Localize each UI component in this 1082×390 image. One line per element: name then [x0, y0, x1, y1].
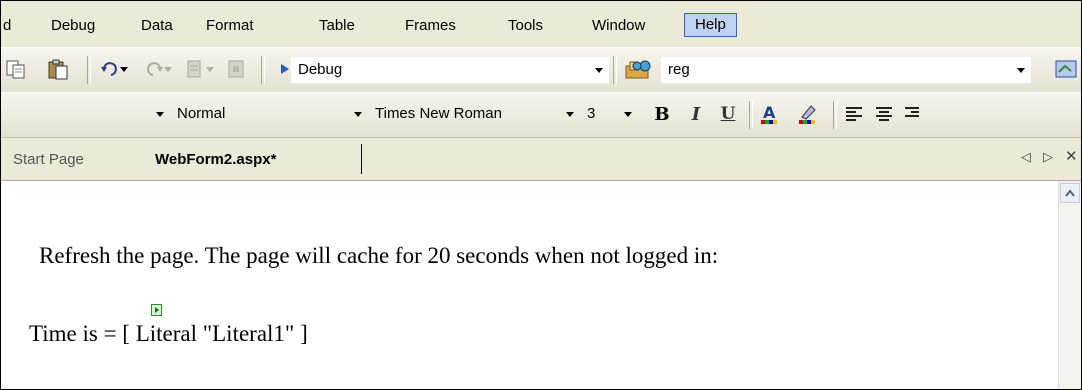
- find-combo[interactable]: reg: [661, 57, 1031, 83]
- chevron-down-icon[interactable]: [1012, 58, 1030, 82]
- menu-item-help[interactable]: Help: [684, 13, 737, 37]
- chevron-down-icon[interactable]: [619, 102, 637, 126]
- scroll-tabs-right-icon[interactable]: ▷: [1043, 149, 1053, 165]
- font-size-combo[interactable]: 3: [581, 102, 637, 128]
- find-value: reg: [668, 61, 690, 78]
- bold-button[interactable]: B: [649, 101, 675, 127]
- find-in-files-icon[interactable]: [623, 56, 655, 82]
- solution-config-combo[interactable]: Debug: [291, 57, 609, 83]
- refresh-message-text: Refresh the page. The page will cache fo…: [39, 243, 719, 268]
- paste-icon[interactable]: [45, 56, 71, 82]
- italic-label: I: [691, 103, 701, 125]
- solution-config-value: Debug: [298, 61, 343, 78]
- align-left-icon[interactable]: [841, 101, 867, 127]
- style-combo[interactable]: Normal: [171, 102, 367, 128]
- scroll-tabs-left-icon[interactable]: ◁: [1021, 149, 1031, 165]
- font-combo[interactable]: Times New Roman: [369, 102, 579, 128]
- chevron-down-icon[interactable]: [349, 102, 367, 126]
- menu-item-tools[interactable]: Tools: [508, 15, 543, 37]
- block-format-spacer: [1, 102, 169, 128]
- menu-bar: d Debug Data Format Table Frames Tools W…: [1, 1, 1081, 47]
- chevron-down-icon[interactable]: [561, 102, 579, 126]
- menu-item-frames[interactable]: Frames: [405, 15, 456, 37]
- align-right-icon[interactable]: [901, 101, 921, 127]
- chevron-down-icon[interactable]: [151, 102, 169, 126]
- tab-webform2[interactable]: WebForm2.aspx*: [155, 147, 276, 173]
- standard-toolbar: Debug reg: [1, 47, 1081, 93]
- literal-control-line[interactable]: Time is = [ Literal "Literal1" ]: [29, 321, 308, 347]
- tab-start-page[interactable]: Start Page: [13, 147, 84, 173]
- server-control-glyph-icon[interactable]: [151, 304, 162, 316]
- formatting-toolbar: Normal Times New Roman 3 B I U A: [1, 92, 1081, 138]
- navigate-back-dropdown-icon: [203, 56, 217, 82]
- bold-label: B: [654, 103, 670, 125]
- copy-icon[interactable]: [3, 56, 29, 82]
- tab-divider: [361, 144, 364, 174]
- solution-explorer-icon[interactable]: [1051, 56, 1081, 82]
- menu-item-debug[interactable]: Debug: [51, 15, 95, 37]
- design-surface[interactable]: Refresh the page. The page will cache fo…: [1, 181, 1081, 389]
- italic-button[interactable]: I: [683, 101, 709, 127]
- close-icon[interactable]: ✕: [1065, 147, 1078, 165]
- menu-item-window[interactable]: Window: [592, 15, 645, 37]
- font-size-value: 3: [587, 105, 596, 122]
- vertical-scrollbar[interactable]: [1058, 181, 1081, 389]
- align-center-icon[interactable]: [871, 101, 897, 127]
- navigate-forward-icon: [223, 56, 249, 82]
- menu-item-table[interactable]: Table: [319, 15, 355, 37]
- menu-item-format[interactable]: Format: [206, 15, 254, 37]
- ide-window: d Debug Data Format Table Frames Tools W…: [0, 0, 1082, 390]
- undo-dropdown-icon[interactable]: [117, 56, 131, 82]
- document-tab-strip: Start Page WebForm2.aspx* ◁ ▷ ✕: [1, 138, 1081, 181]
- scroll-up-icon[interactable]: [1060, 183, 1080, 203]
- svg-text:A: A: [763, 103, 776, 122]
- font-value: Times New Roman: [375, 105, 502, 122]
- style-value: Normal: [177, 105, 226, 122]
- menu-item-data[interactable]: Data: [141, 15, 173, 37]
- highlight-color-icon[interactable]: [795, 101, 821, 127]
- underline-button[interactable]: U: [715, 101, 741, 127]
- chevron-down-icon[interactable]: [590, 58, 608, 82]
- font-color-icon[interactable]: A: [757, 101, 783, 127]
- menu-item-partial[interactable]: d: [3, 15, 11, 37]
- underline-label: U: [720, 104, 736, 124]
- redo-dropdown-icon: [161, 56, 175, 82]
